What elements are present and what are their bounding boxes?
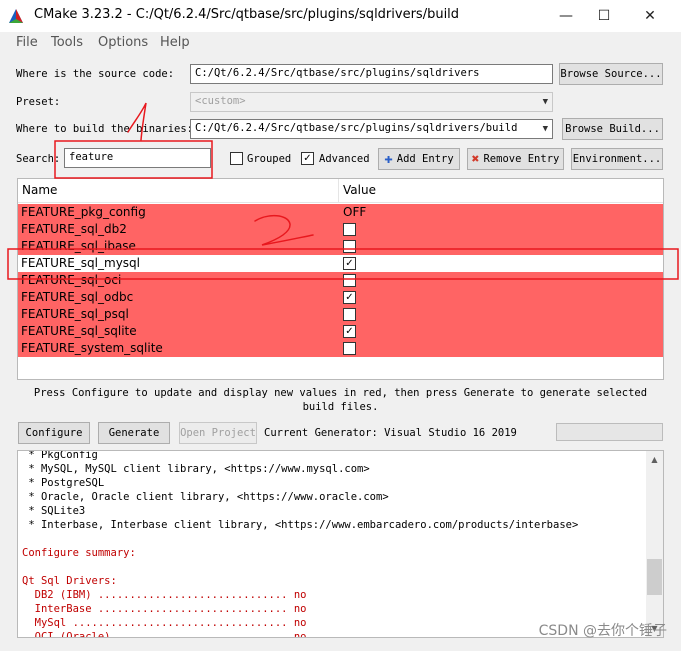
annotation-mark-2 [254, 215, 314, 246]
search-highlight-box [54, 140, 213, 179]
mysql-row-highlight-box [7, 248, 679, 280]
annotation-mark-1 [127, 102, 147, 141]
watermark: CSDN @去你个锤子 [538, 623, 667, 639]
annotation-overlay [7, 102, 679, 280]
